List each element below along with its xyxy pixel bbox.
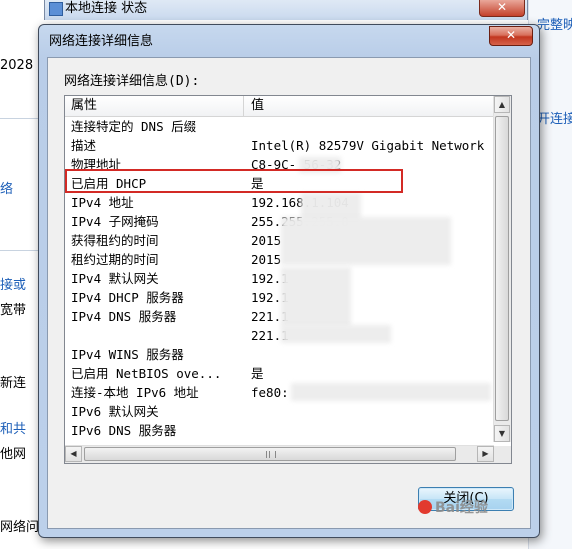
column-separator[interactable] <box>243 96 244 116</box>
property-cell: 租约过期的时间 <box>71 252 159 267</box>
background-text: 新连 <box>0 376 27 391</box>
background-link[interactable]: 接或 <box>0 274 26 293</box>
grip-icon <box>266 451 276 458</box>
table-row[interactable]: 描述 Intel(R) 82579V Gigabit Network <box>65 136 494 155</box>
scroll-left-icon[interactable]: ◀ <box>65 446 82 462</box>
watermark: Bai经验 <box>418 497 488 517</box>
redaction-mask <box>281 217 451 265</box>
details-list-label: 网络连接详细信息(D): <box>64 74 200 89</box>
background-link[interactable]: 完整映射 <box>537 14 572 33</box>
property-cell: IPv4 地址 <box>71 195 134 210</box>
table-row[interactable]: IPv4 默认网关 192.1 <box>65 269 494 288</box>
column-header: 属性 值 <box>65 96 494 117</box>
background-text: 宽带 <box>0 303 27 318</box>
property-cell: 描述 <box>71 138 97 153</box>
close-icon[interactable]: ✕ <box>489 26 533 46</box>
property-cell: IPv6 默认网关 <box>71 404 159 419</box>
property-cell: 连接-本地 IPv6 地址 <box>71 385 199 400</box>
redaction-mask <box>281 325 391 343</box>
background-close-icon[interactable]: ✕ <box>479 0 525 17</box>
column-header-property[interactable]: 属性 <box>65 96 247 116</box>
details-rows: 连接特定的 DNS 后缀 描述 Intel(R) 82579V Gigabit N… <box>65 117 494 442</box>
table-row[interactable]: IPv6 DNS 服务器 <box>65 421 494 440</box>
dialog-title: 网络连接详细信息 <box>49 34 154 49</box>
property-cell: 连接特定的 DNS 后缀 <box>71 119 197 134</box>
property-cell: IPv4 WINS 服务器 <box>71 347 184 362</box>
network-icon <box>49 2 63 16</box>
scrollbar-corner <box>494 446 511 463</box>
value-cell: 192.168.1.104 <box>251 195 349 210</box>
background-link[interactable]: 开连接 <box>537 108 572 127</box>
background-window-title: 本地连接 状态 <box>65 1 148 16</box>
property-cell: IPv4 DNS 服务器 <box>71 309 177 324</box>
property-cell: IPv6 DNS 服务器 <box>71 423 177 438</box>
table-row[interactable]: IPv4 DNS 服务器 221.1 <box>65 307 494 326</box>
background-link[interactable]: 络 <box>0 178 13 197</box>
background-link[interactable]: 和共 <box>0 418 26 437</box>
watermark-text: Bai经验 <box>435 500 488 516</box>
property-cell: 获得租约的时间 <box>71 233 159 248</box>
table-row[interactable]: IPv4 DHCP 服务器 192.1 <box>65 288 494 307</box>
background-text: 2028 <box>0 58 34 73</box>
table-row[interactable]: 连接特定的 DNS 后缀 <box>65 117 494 136</box>
details-listview[interactable]: 属性 值 连接特定的 DNS 后缀 描述 Intel(R) 82579V Giga… <box>64 95 512 464</box>
background-window-titlebar: 本地连接 状态 ✕ <box>44 0 528 20</box>
dialog-client-area: 网络连接详细信息(D): 属性 值 连接特定的 DNS 后缀 描述 Intel(R… <box>47 57 531 529</box>
scroll-right-icon[interactable]: ▶ <box>477 446 494 462</box>
property-cell: IPv4 子网掩码 <box>71 214 159 229</box>
scroll-down-icon[interactable]: ▼ <box>494 425 510 442</box>
background-text: 网络问 <box>0 520 40 535</box>
vertical-scroll-thumb[interactable] <box>495 116 509 421</box>
scroll-up-icon[interactable]: ▲ <box>494 96 510 113</box>
table-row[interactable]: IPv4 地址 192.168.1.104 <box>65 193 494 212</box>
redaction-mask <box>281 267 351 327</box>
vertical-scrollbar[interactable]: ▲ ▼ <box>493 96 511 442</box>
property-cell: IPv4 默认网关 <box>71 271 159 286</box>
table-row[interactable]: IPv6 默认网关 <box>65 402 494 421</box>
horizontal-scrollbar[interactable]: ◀ ▶ <box>65 445 494 463</box>
table-row[interactable]: IPv4 WINS 服务器 <box>65 345 494 364</box>
table-row[interactable]: 221.1 <box>65 326 494 345</box>
property-cell: 已启用 NetBIOS ove... <box>71 366 222 381</box>
baidu-paw-icon <box>418 500 432 514</box>
value-cell: 是 <box>251 366 264 381</box>
column-header-value[interactable]: 值 <box>245 96 491 116</box>
horizontal-scroll-thumb[interactable] <box>84 447 456 461</box>
mac-address-highlight <box>65 169 403 193</box>
table-row[interactable]: 已启用 NetBIOS ove... 是 <box>65 364 494 383</box>
value-cell: Intel(R) 82579V Gigabit Network <box>251 138 485 153</box>
property-cell: IPv4 DHCP 服务器 <box>71 290 184 305</box>
redaction-mask <box>291 383 491 401</box>
background-text: 他网 <box>0 447 27 462</box>
network-details-dialog: 网络连接详细信息 ✕ 网络连接详细信息(D): 属性 值 连接特定的 DNS 后… <box>38 24 540 538</box>
